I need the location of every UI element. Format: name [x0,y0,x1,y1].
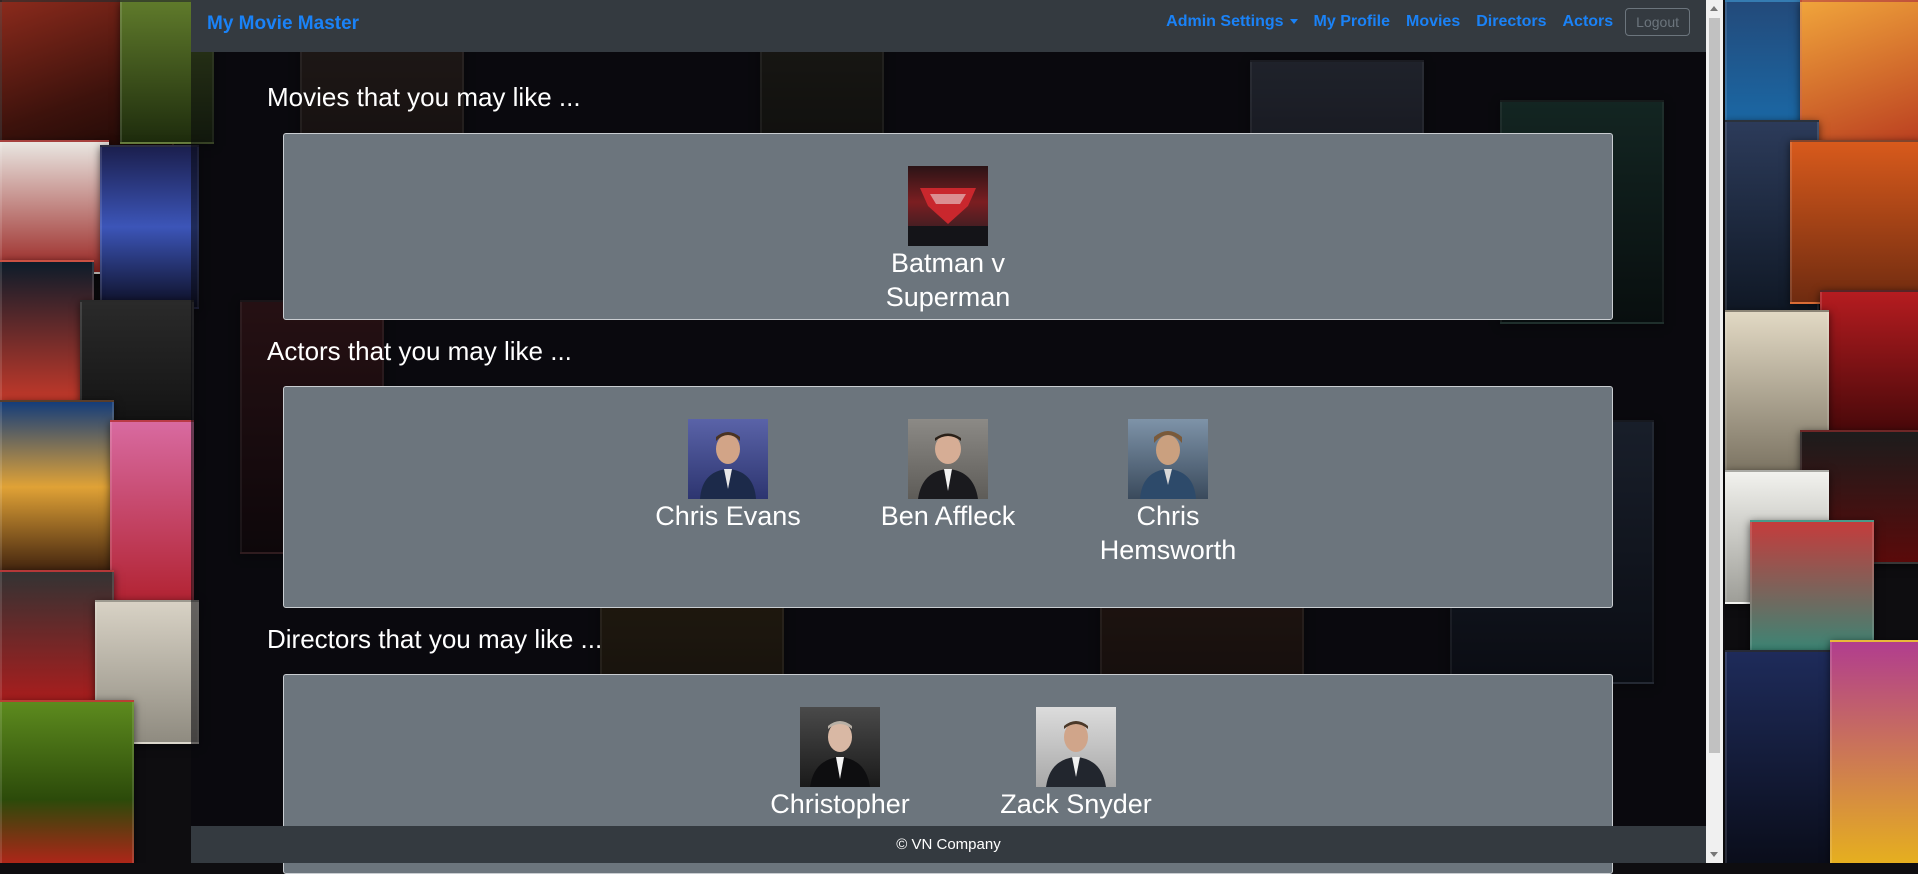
director-name: Zack Snyder [1000,789,1152,819]
poster-image [1725,650,1839,863]
actor-item[interactable]: Ben Affleck [849,419,1047,567]
footer: © VN Company [191,826,1706,863]
navbar: My Movie Master Admin Settings My Profil… [191,0,1706,52]
actor-name: Ben Affleck [880,501,1016,531]
nav-my-profile[interactable]: My Profile [1314,13,1390,31]
page-container: My Movie Master Admin Settings My Profil… [191,0,1706,874]
scroll-up-arrow-icon[interactable] [1710,6,1718,11]
nav-actors[interactable]: Actors [1562,13,1613,31]
logout-button[interactable]: Logout [1625,8,1690,36]
caret-down-icon [1289,19,1298,25]
actors-card: Chris Evans Ben Affleck Chris Hemsworth [283,386,1613,608]
page-scrollbar[interactable] [1706,0,1723,863]
director-photo [800,707,880,787]
actor-photo [688,419,768,499]
actors-row: Chris Evans Ben Affleck Chris Hemsworth [284,419,1612,567]
movies-row: Batman v Superman [284,166,1612,314]
actor-name: Chris Evans [655,501,801,531]
movie-name: Batman v Superman [885,248,1011,312]
poster-image [1790,140,1918,304]
movie-poster-image [908,166,988,246]
nav-directors[interactable]: Directors [1476,13,1546,31]
scroll-down-arrow-icon[interactable] [1710,852,1718,857]
actor-item[interactable]: Chris Evans [629,419,827,567]
actors-section-title: Actors that you may like ... [267,336,572,366]
poster-image [100,145,199,309]
movies-card: Batman v Superman [283,133,1613,320]
poster-image [1830,640,1918,863]
poster-image [110,420,194,614]
actor-name: Chris Hemsworth [1099,501,1237,565]
actor-item[interactable]: Chris Hemsworth [1069,419,1267,567]
director-photo [1036,707,1116,787]
nav-links: Admin Settings My Profile Movies Directo… [1150,8,1690,36]
scrollbar-thumb[interactable] [1709,18,1720,753]
admin-settings-label: Admin Settings [1166,13,1284,30]
poster-image [0,400,114,574]
movies-section-title: Movies that you may like ... [267,82,581,112]
actor-photo [908,419,988,499]
actor-photo [1128,419,1208,499]
nav-movies[interactable]: Movies [1406,13,1460,31]
poster-image [0,140,109,274]
footer-copyright: © VN Company [896,836,1001,853]
poster-image [1820,290,1918,444]
brand-link[interactable]: My Movie Master [207,13,359,35]
admin-settings-dropdown[interactable]: Admin Settings [1166,13,1298,31]
directors-section-title: Directors that you may like ... [267,624,603,654]
movie-item[interactable]: Batman v Superman [849,166,1047,314]
poster-image [0,700,134,863]
